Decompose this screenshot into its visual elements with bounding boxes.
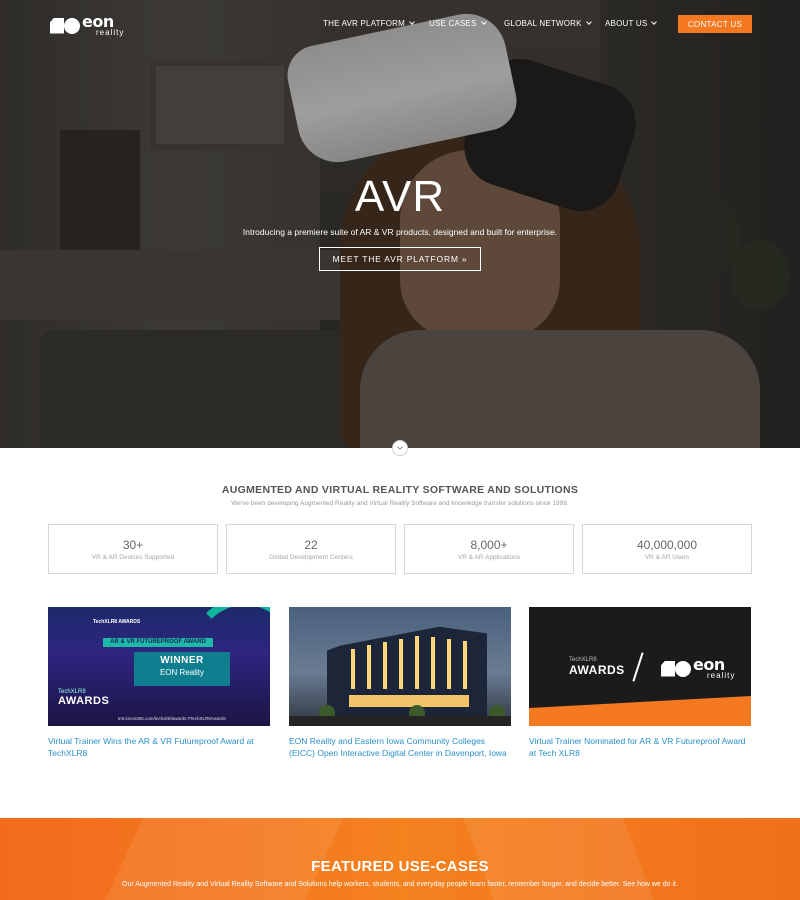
nav-item-avr-platform[interactable]: THE AVR PLATFORM	[323, 19, 415, 28]
award-ribbon: AR & VR FUTUREPROOF AWARD	[103, 638, 213, 647]
section-title: AUGMENTED AND VIRTUAL REALITY SOFTWARE A…	[221, 484, 579, 496]
nav-item-global-network[interactable]: GLOBAL NETWORK	[504, 19, 592, 28]
nav-item-label: THE AVR PLATFORM	[323, 19, 406, 28]
winner-name: EON Reality	[159, 668, 204, 677]
news-headline-link[interactable]: EON Reality and Eastern Iowa Community C…	[289, 735, 511, 759]
eon-reality-logo: eon reality	[661, 657, 735, 680]
chevron-down-icon	[480, 19, 487, 25]
hero-subtitle: Introducing a premiere suite of AR & VR …	[242, 227, 558, 237]
stat-value: 30+	[122, 538, 144, 552]
nav-item-label: ABOUT US	[605, 19, 648, 28]
brand-big: AWARDS	[569, 663, 625, 677]
brand-big: AWARDS	[58, 695, 110, 707]
stat-label: Global Development Centers	[269, 554, 353, 561]
contact-us-button[interactable]: CONTACT US	[678, 15, 752, 33]
news-card[interactable]: TechXLR8 AWARDS eon reality Virtual Trai…	[529, 607, 751, 759]
stat-value: 40,000,000	[636, 538, 698, 552]
nav-item-label: GLOBAL NETWORK	[504, 19, 582, 28]
chevron-down-icon	[651, 19, 658, 25]
scroll-down-button[interactable]	[392, 440, 408, 456]
thumb-footer: tmt.knect365.com/techxlr8/awards #TechXL…	[118, 716, 226, 721]
nav-item-about-us[interactable]: ABOUT US	[605, 19, 658, 28]
chevron-down-icon	[585, 19, 592, 25]
chevron-down-icon	[397, 444, 403, 450]
meet-avr-platform-button[interactable]: MEET THE AVR PLATFORM »	[319, 247, 481, 271]
stat-label: VR & AR Devices Supported	[91, 554, 175, 561]
techxlr8-awards-mark: TechXLR8 AWARDS	[58, 689, 109, 707]
techxlr8-awards-mark: TechXLR8 AWARDS	[569, 657, 625, 677]
stat-card: 22 Global Development Centers	[226, 524, 396, 574]
news-card[interactable]: EON Reality and Eastern Iowa Community C…	[289, 607, 511, 759]
news-thumbnail-eicc-building[interactable]	[289, 607, 511, 726]
featured-use-cases-section: FEATURED USE-CASES Our Augmented Reality…	[0, 818, 800, 900]
main-navigation: eon reality THE AVR PLATFORM USE CASES G…	[0, 0, 800, 48]
news-thumbnail-techxlr8-winner[interactable]: TechXLR8 AWARDS AR & VR FUTUREPROOF AWAR…	[48, 607, 270, 726]
avr-logo-text: AVR	[355, 173, 445, 217]
featured-subtitle: Our Augmented Reality and Virtual Realit…	[122, 881, 678, 888]
nav-item-use-cases[interactable]: USE CASES	[429, 19, 487, 28]
eon-logo-icon	[661, 660, 691, 677]
winner-label: WINNER	[160, 655, 204, 666]
eon-reality-logo[interactable]: eon reality	[50, 14, 124, 37]
news-card[interactable]: TechXLR8 AWARDS AR & VR FUTUREPROOF AWAR…	[48, 607, 270, 759]
stat-card: 40,000,000 VR & AR Users	[582, 524, 752, 574]
featured-title: FEATURED USE-CASES	[311, 858, 489, 875]
stat-label: VR & AR Users	[644, 554, 690, 561]
stat-card: 8,000+ VR & AR Applications	[404, 524, 574, 574]
hero-overlay	[0, 0, 800, 448]
thumb-top-text: TechXLR8 AWARDS	[93, 619, 141, 625]
nav-item-label: USE CASES	[429, 19, 477, 28]
section-subtitle: We've been developing Augmented Reality …	[231, 500, 569, 507]
news-thumbnail-techxlr8-nominated[interactable]: TechXLR8 AWARDS eon reality	[529, 607, 751, 726]
news-headline-link[interactable]: Virtual Trainer Nominated for AR & VR Fu…	[529, 735, 751, 759]
news-headline-link[interactable]: Virtual Trainer Wins the AR & VR Futurep…	[48, 735, 270, 759]
stat-value: 8,000+	[470, 538, 508, 552]
hero-banner: eon reality THE AVR PLATFORM USE CASES G…	[0, 0, 800, 448]
avr-logo: AVR	[355, 173, 445, 217]
chevron-down-icon	[409, 19, 415, 25]
stat-card: 30+ VR & AR Devices Supported	[48, 524, 218, 574]
eon-logo-icon	[50, 17, 80, 34]
stat-label: VR & AR Applications	[457, 554, 521, 561]
stat-value: 22	[304, 538, 318, 552]
winner-banner: WINNER EON Reality	[134, 652, 230, 686]
